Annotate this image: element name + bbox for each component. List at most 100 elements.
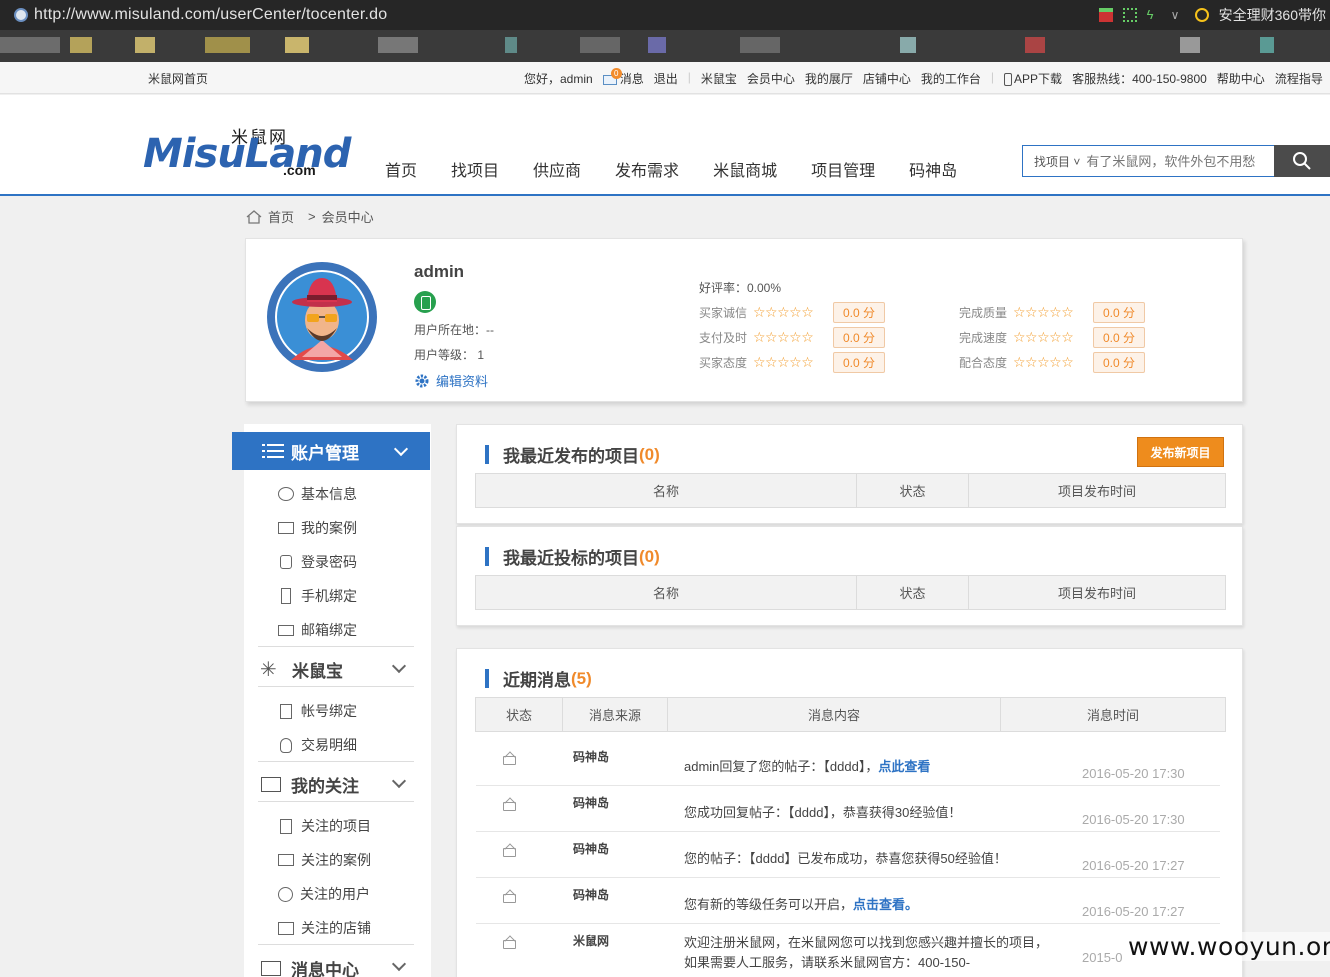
profile-card: admin 用户所在地：-- 用户等级： 1 编辑资料 好评率：0.00% 买家…	[245, 238, 1243, 402]
sidebar-item-followed-cases[interactable]: 关注的案例	[278, 843, 414, 877]
col-status[interactable]: 状态	[856, 473, 969, 508]
nav-mall[interactable]: 米鼠商城	[696, 157, 794, 181]
bolt-icon[interactable]: ϟ	[1147, 8, 1161, 22]
col-status[interactable]: 状态	[475, 697, 563, 732]
help-link[interactable]: 帮助中心	[1217, 70, 1265, 87]
search-input[interactable]	[1086, 153, 1274, 169]
chevron-down-icon	[391, 956, 407, 972]
promo-text[interactable]: 安全理财360带你	[1219, 5, 1326, 25]
calendar-icon[interactable]	[1098, 8, 1113, 22]
message-row[interactable]: 码神岛 admin回复了您的帖子：【dddd】，点此查看 2016-05-20 …	[476, 740, 1220, 786]
score-badge: 0.0 分	[833, 352, 886, 373]
col-name[interactable]: 名称	[475, 575, 857, 610]
sidebar-group-account[interactable]: 账户管理	[232, 432, 430, 470]
sidebar-item-basic-info[interactable]: 基本信息	[278, 477, 414, 511]
search-box: 找项目 ˅	[1022, 145, 1330, 177]
chevron-down-icon[interactable]: ∨	[1171, 8, 1185, 22]
message-time: 2015-0	[1082, 950, 1123, 965]
nav-home[interactable]: 首页	[368, 157, 434, 181]
sidebar-item-account-binding[interactable]: 帐号绑定	[278, 694, 414, 728]
col-name[interactable]: 名称	[475, 473, 857, 508]
rating-quality: 完成质量 ☆☆☆☆☆ 0.0 分	[959, 302, 1146, 323]
sidebar-item-followed-stores[interactable]: 关注的店铺	[278, 911, 414, 945]
col-status[interactable]: 状态	[856, 575, 969, 610]
nav-coder-island[interactable]: 码神岛	[892, 157, 974, 181]
list-icon	[262, 444, 284, 458]
message-row[interactable]: 米鼠网 欢迎注册米鼠网，在米鼠网您可以找到您感兴趣并擅长的项目，如果需要人工服务…	[476, 924, 1220, 977]
message-content: 您的帖子：【dddd】已发布成功，恭喜您获得50经验值！	[684, 851, 1007, 866]
topbar-link-store[interactable]: 店铺中心	[863, 70, 911, 87]
publish-project-button[interactable]: 发布新项目	[1137, 437, 1224, 467]
message-content: admin回复了您的帖子：【dddd】，点此查看	[684, 759, 931, 774]
panel-title: 我最近发布的项目 (0)	[485, 442, 660, 467]
hotline: 客服热线：400-150-9800	[1072, 72, 1207, 86]
avatar[interactable]	[267, 262, 377, 372]
nav-post-demand[interactable]: 发布需求	[598, 157, 696, 181]
chevron-down-icon	[391, 773, 407, 789]
globe-icon	[14, 8, 28, 22]
nav-suppliers[interactable]: 供应商	[516, 157, 598, 181]
star-rating: ☆☆☆☆☆	[1013, 304, 1074, 320]
col-source[interactable]: 消息来源	[562, 697, 668, 732]
sidebar-item-my-cases[interactable]: 我的案例	[278, 511, 414, 545]
sidebar-item-followed-users[interactable]: 关注的用户	[278, 877, 414, 911]
search-button[interactable]	[1274, 145, 1330, 177]
col-time[interactable]: 消息时间	[1000, 697, 1226, 732]
home-icon	[246, 209, 262, 224]
sidebar-item-followed-projects[interactable]: 关注的项目	[278, 809, 414, 843]
app-download-link[interactable]: APP下载	[1004, 70, 1062, 87]
site-home-link[interactable]: 米鼠网首页	[148, 70, 208, 87]
score-badge: 0.0 分	[1093, 327, 1146, 348]
bookmark-bar	[0, 30, 1330, 62]
site-header: 米鼠网 MisuLand .com 首页 找项目 供应商 发布需求 米鼠商城 项…	[0, 95, 1330, 196]
score-badge: 0.0 分	[1093, 302, 1146, 323]
message-row[interactable]: 码神岛 您有新的等级任务可以开启，点击查看。 2016-05-20 17:27	[476, 878, 1220, 924]
rating-payment: 支付及时 ☆☆☆☆☆ 0.0 分	[699, 327, 886, 348]
view-link[interactable]: 点击查看。	[853, 897, 918, 912]
panel-title: 我最近投标的项目 (0)	[485, 544, 660, 569]
message-row[interactable]: 码神岛 您成功回复帖子：【dddd】，恭喜获得30经验值！ 2016-05-20…	[476, 786, 1220, 832]
edit-profile-link[interactable]: 编辑资料	[414, 371, 488, 390]
nav-project-management[interactable]: 项目管理	[794, 157, 892, 181]
user-location: 用户所在地：--	[414, 323, 494, 337]
topbar-link-workbench[interactable]: 我的工作台	[921, 70, 981, 87]
view-link[interactable]: 点此查看	[878, 759, 930, 774]
mail-icon: 0	[602, 67, 622, 85]
message-content: 欢迎注册米鼠网，在米鼠网您可以找到您感兴趣并擅长的项目，如果需要人工服务，请联系…	[684, 935, 1049, 970]
envelope-icon	[261, 960, 281, 976]
col-publish-time[interactable]: 项目发布时间	[968, 473, 1226, 508]
message-row[interactable]: 码神岛 您的帖子：【dddd】已发布成功，恭喜您获得50经验值！ 2016-05…	[476, 832, 1220, 878]
panel-bidded-projects: 我最近投标的项目 (0) 名称 状态 项目发布时间	[456, 526, 1243, 626]
search-360-icon[interactable]	[1194, 8, 1209, 22]
score-badge: 0.0 分	[1093, 352, 1146, 373]
topbar-link-member[interactable]: 会员中心	[747, 70, 795, 87]
sidebar-item-password[interactable]: 登录密码	[278, 545, 414, 579]
chevron-down-icon	[393, 441, 409, 457]
messages-link[interactable]: 0 消息	[602, 67, 644, 87]
chat-icon	[278, 921, 294, 935]
qr-icon[interactable]	[1122, 8, 1137, 22]
search-type-select[interactable]: 找项目 ˅	[1023, 153, 1086, 170]
snowflake-icon: ✳	[260, 659, 277, 681]
topbar-link-showroom[interactable]: 我的展厅	[805, 70, 853, 87]
sidebar-group-misubao[interactable]: ✳ 米鼠宝	[258, 653, 414, 687]
sidebar-item-transactions[interactable]: 交易明细	[278, 728, 414, 762]
star-rating: ☆☆☆☆☆	[753, 329, 814, 345]
col-publish-time[interactable]: 项目发布时间	[968, 575, 1226, 610]
nav-find-project[interactable]: 找项目	[434, 157, 516, 181]
flow-link[interactable]: 流程指导	[1275, 70, 1323, 87]
sidebar-item-phone[interactable]: 手机绑定	[278, 579, 414, 613]
sidebar-group-follow[interactable]: 我的关注	[258, 768, 414, 802]
message-source: 码神岛	[573, 796, 610, 810]
browser-address-bar[interactable]: http://www.misuland.com/userCenter/tocen…	[0, 0, 1330, 30]
sidebar-item-email[interactable]: 邮箱绑定	[278, 613, 414, 647]
breadcrumb-home[interactable]: 首页	[268, 207, 294, 226]
topbar-link-misubao[interactable]: 米鼠宝	[701, 70, 737, 87]
col-content[interactable]: 消息内容	[667, 697, 1001, 732]
logout-link[interactable]: 退出	[654, 70, 678, 87]
rating-buyer-integrity: 买家诚信 ☆☆☆☆☆ 0.0 分	[699, 302, 886, 323]
url-text[interactable]: http://www.misuland.com/userCenter/tocen…	[34, 6, 387, 24]
score-badge: 0.0 分	[833, 327, 886, 348]
site-logo[interactable]: 米鼠网 MisuLand .com	[143, 125, 351, 181]
sidebar-group-messages[interactable]: 消息中心	[258, 951, 414, 977]
